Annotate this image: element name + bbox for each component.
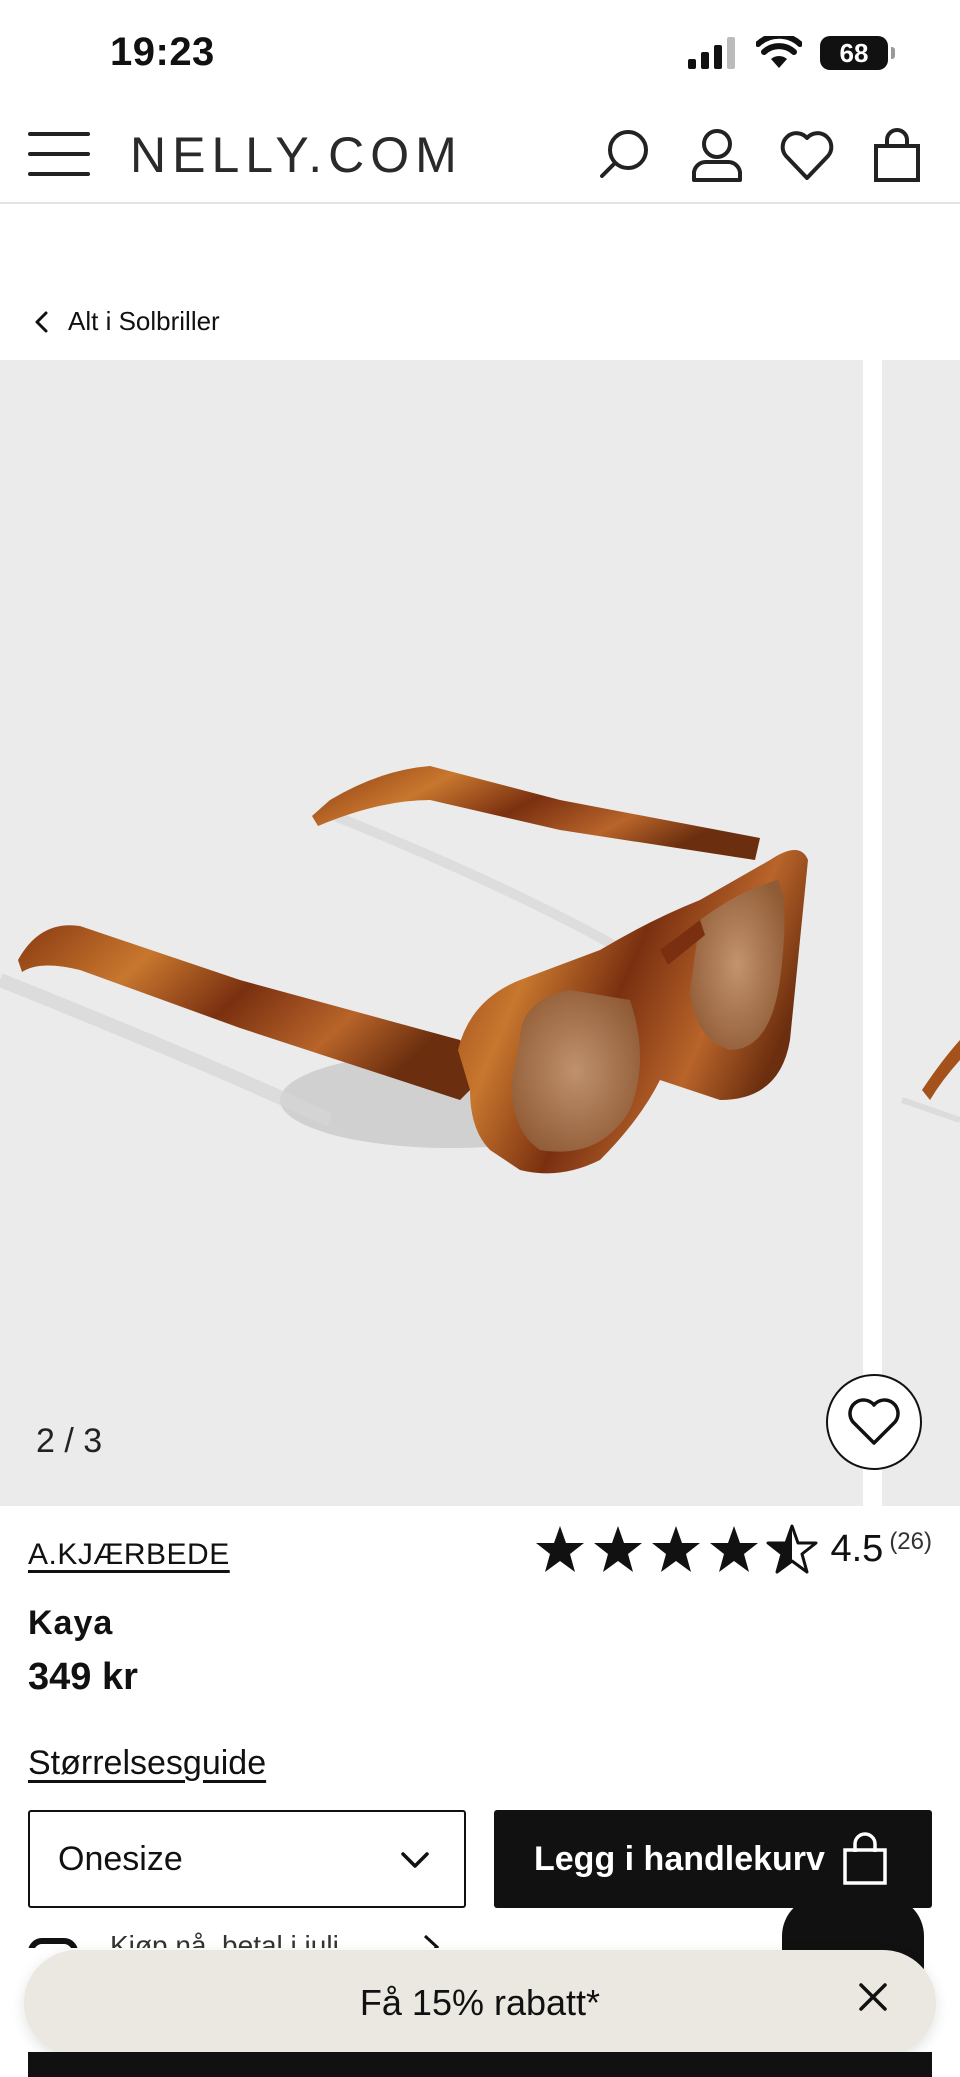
- promo-banner[interactable]: Få 15% rabatt*: [24, 1950, 936, 2056]
- star-icon: [652, 1526, 701, 1572]
- breadcrumb[interactable]: Alt i Solbriller: [32, 306, 220, 337]
- product-name: Kaya: [28, 1604, 114, 1642]
- signal-icon: [688, 37, 735, 69]
- klarna-text: Kjøp nå, betal i juli: [110, 1930, 339, 1948]
- star-icon: [536, 1526, 585, 1572]
- next-product-image[interactable]: [882, 360, 960, 1506]
- account-icon[interactable]: [688, 126, 746, 184]
- add-to-cart-label: Legg i handlekurv: [534, 1839, 825, 1878]
- rating-value: 4.5: [830, 1527, 884, 1570]
- size-guide-link[interactable]: Størrelsesguide: [28, 1744, 266, 1783]
- klarna-payment-row[interactable]: Kjøp nå, betal i juli: [28, 1928, 448, 1948]
- status-time: 19:23: [110, 30, 215, 74]
- promo-text: Få 15% rabatt*: [359, 1982, 601, 2023]
- size-select[interactable]: Onesize: [28, 1810, 466, 1908]
- close-icon[interactable]: [856, 1980, 890, 2014]
- menu-icon[interactable]: [28, 132, 90, 180]
- cart-icon[interactable]: [868, 126, 926, 184]
- half-star-icon: [766, 1524, 818, 1574]
- status-icons: 68: [688, 36, 895, 70]
- klarna-icon: [28, 1938, 78, 1948]
- breadcrumb-label: Alt i Solbriller: [68, 306, 220, 336]
- heart-icon: [848, 1398, 900, 1445]
- add-to-cart-button[interactable]: Legg i handlekurv: [494, 1810, 932, 1908]
- sunglasses-illustration: [0, 766, 808, 1174]
- star-icon: [594, 1526, 643, 1572]
- site-logo[interactable]: NELLY.COM: [130, 126, 463, 184]
- rating-count: (26): [889, 1528, 932, 1555]
- wifi-icon: [756, 36, 802, 68]
- product-price: 349 kr: [28, 1656, 138, 1698]
- search-icon[interactable]: [596, 126, 654, 184]
- image-counter: 2 / 3: [36, 1422, 103, 1460]
- product-rating[interactable]: 4.5 (26): [534, 1524, 932, 1574]
- chevron-right-icon: [423, 1934, 440, 1948]
- product-image[interactable]: [0, 360, 863, 1506]
- site-header: NELLY.COM: [0, 110, 960, 204]
- brand-link[interactable]: A.KJÆRBEDE: [28, 1538, 230, 1572]
- star-icon: [710, 1526, 759, 1572]
- battery-icon: 68: [820, 36, 895, 70]
- shopping-bag-icon: [843, 1832, 887, 1885]
- bottom-bar: [28, 2052, 932, 2077]
- status-bar: 19:23 68: [0, 0, 960, 110]
- chevron-down-icon: [401, 1852, 429, 1868]
- wishlist-icon[interactable]: [778, 126, 836, 184]
- add-to-wishlist-button[interactable]: [826, 1374, 922, 1470]
- chevron-left-icon: [35, 311, 48, 332]
- size-select-value: Onesize: [58, 1839, 183, 1878]
